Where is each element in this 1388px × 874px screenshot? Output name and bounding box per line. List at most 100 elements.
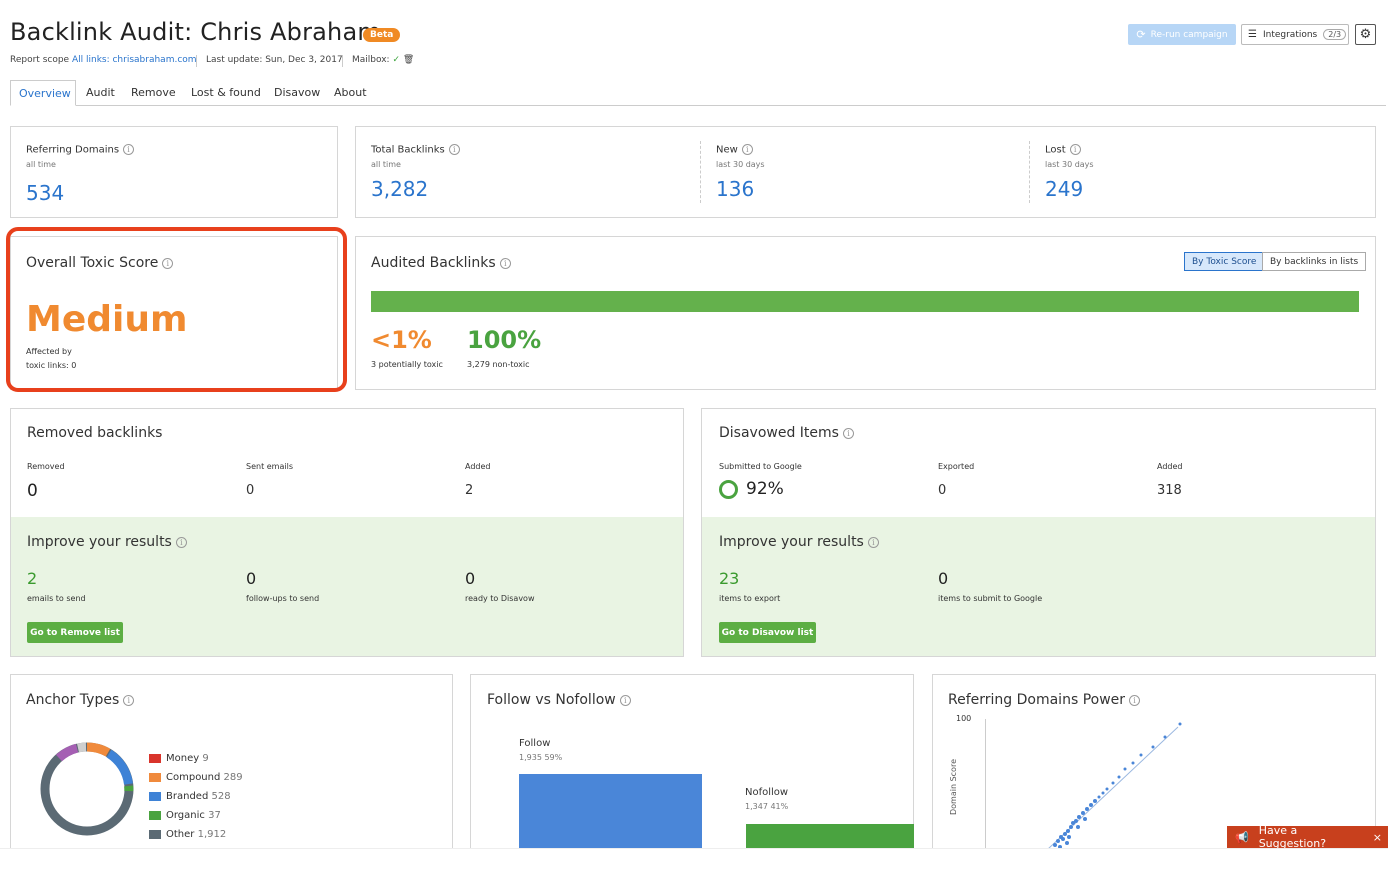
toggle-by-backlinks-in-lists[interactable]: By backlinks in lists <box>1262 252 1367 271</box>
referring-domains-value[interactable]: 534 <box>26 181 64 205</box>
total-backlinks-value[interactable]: 3,282 <box>371 177 460 201</box>
added-col: Added 318 <box>1157 462 1183 498</box>
removed-backlinks-card: Removed backlinks Removed 0 Sent emails … <box>10 408 684 657</box>
y-axis-label: Domain Score <box>949 759 958 815</box>
legend-money: Money 9 <box>149 753 243 764</box>
go-to-remove-list-button[interactable]: Go to Remove list <box>27 622 123 643</box>
follow-bar <box>519 774 702 854</box>
page-title: Backlink Audit: Chris Abraham <box>10 18 381 46</box>
list-icon: ☰ <box>1248 29 1257 40</box>
info-icon[interactable]: i <box>175 536 187 548</box>
donut-segment-other-purple <box>55 743 79 762</box>
card-title: Disavowed Items i <box>719 425 854 441</box>
referring-domains-card: Referring Domains i all time 534 <box>10 126 338 218</box>
donut-segment-compound <box>86 742 111 757</box>
submitted-col: Submitted to Google 92% <box>719 462 802 499</box>
donut-segment-light <box>77 742 87 753</box>
sent-emails-col: Sent emails 0 <box>246 462 293 498</box>
refresh-icon: ⟳ <box>1136 28 1146 41</box>
tab-audit[interactable]: Audit <box>78 80 123 106</box>
report-scope: Report scope All links: chrisabraham.com <box>10 55 197 65</box>
improve-title: Improve your results i <box>719 534 879 550</box>
removed-col: Removed 0 <box>27 462 65 501</box>
tab-lost-found[interactable]: Lost & found <box>183 80 269 106</box>
legend-organic: Organic 37 <box>149 810 243 821</box>
separator <box>196 55 197 67</box>
highlight-box <box>6 227 347 392</box>
info-icon[interactable]: i <box>499 257 511 269</box>
anchor-legend: Money 9 Compound 289 Branded 528 Organic… <box>149 753 243 840</box>
page-bottom <box>0 848 1388 874</box>
mailbox-status: Mailbox: ✓ 🗑 <box>352 55 414 65</box>
last-update: Last update: Sun, Dec 3, 2017 <box>206 55 343 65</box>
donut-segment-branded <box>106 749 133 785</box>
toggle-by-toxic-score[interactable]: By Toxic Score <box>1184 252 1265 271</box>
trash-icon[interactable]: 🗑 <box>403 55 414 65</box>
follow-label-group: Follow 1,935 59% <box>519 738 563 762</box>
megaphone-icon: 📢 <box>1235 830 1249 844</box>
anchor-donut-chart <box>40 742 134 836</box>
anchor-types-card: Anchor Types i Money 9 Compound 289 Brand… <box>10 674 453 864</box>
info-icon[interactable]: i <box>842 427 854 439</box>
info-icon[interactable]: i <box>123 694 135 706</box>
improve-section: Improve your results i 23 items to export… <box>702 517 1375 656</box>
integrations-button[interactable]: ☰ Integrations 2/3 <box>1241 24 1349 45</box>
card-title: Referring Domains Power i <box>948 692 1141 708</box>
items-to-submit: 0 items to submit to Google <box>938 569 1043 603</box>
backlinks-card: Total Backlinks i all time 3,282 New i las… <box>355 126 1376 218</box>
nontoxic-percent: 100% 3,279 non-toxic <box>467 326 542 369</box>
beta-badge: Beta <box>363 28 401 42</box>
check-icon: ✓ <box>392 55 401 65</box>
close-icon[interactable]: × <box>1373 831 1382 844</box>
integrations-count: 2/3 <box>1323 29 1347 40</box>
report-scope-label: Report scope <box>10 55 70 65</box>
tab-overview[interactable]: Overview <box>10 80 76 106</box>
audited-backlinks-card: Audited Backlinks i By Toxic Score By bac… <box>355 236 1376 390</box>
info-icon[interactable]: i <box>448 144 460 155</box>
total-backlinks: Total Backlinks i all time 3,282 <box>371 144 460 201</box>
legend-other: Other 1,912 <box>149 829 243 840</box>
gear-icon: ⚙ <box>1359 27 1372 42</box>
info-icon[interactable]: i <box>1069 144 1081 155</box>
items-to-export: 23 items to export <box>719 569 781 603</box>
exported-col: Exported 0 <box>938 462 975 498</box>
mailbox-label: Mailbox: <box>352 55 390 65</box>
follow-ups-to-send: 0 follow-ups to send <box>246 569 320 603</box>
new-backlinks: New i last 30 days 136 <box>716 144 765 201</box>
separator <box>700 141 701 203</box>
added-col: Added 2 <box>465 462 491 498</box>
new-backlinks-value[interactable]: 136 <box>716 177 765 201</box>
improve-section: Improve your results i 2 emails to send 0… <box>11 517 683 656</box>
improve-title: Improve your results i <box>27 534 187 550</box>
suggestion-button[interactable]: 📢 Have a Suggestion? × <box>1227 824 1388 850</box>
separator <box>1029 141 1030 203</box>
info-icon[interactable]: i <box>123 144 135 155</box>
lost-backlinks: Lost i last 30 days 249 <box>1045 144 1094 201</box>
scatter-plot <box>1047 722 1182 850</box>
tab-remove[interactable]: Remove <box>123 80 184 106</box>
lost-backlinks-value[interactable]: 249 <box>1045 177 1094 201</box>
settings-button[interactable]: ⚙ <box>1355 24 1376 45</box>
nofollow-label-group: Nofollow 1,347 41% <box>745 787 789 811</box>
card-title: Audited Backlinks i <box>371 255 511 271</box>
separator <box>342 55 343 67</box>
tab-about[interactable]: About <box>326 80 375 106</box>
go-to-disavow-list-button[interactable]: Go to Disavow list <box>719 622 816 643</box>
legend-compound: Compound 289 <box>149 772 243 783</box>
info-icon[interactable]: i <box>619 694 631 706</box>
card-title: Anchor Types i <box>26 692 135 708</box>
card-title: Referring Domains i <box>26 144 135 156</box>
y-axis <box>985 719 986 851</box>
info-icon[interactable]: i <box>741 144 753 155</box>
y-axis-max: 100 <box>956 714 972 723</box>
info-icon[interactable]: i <box>867 536 879 548</box>
rerun-campaign-button[interactable]: ⟳ Re-run campaign <box>1128 24 1236 45</box>
emails-to-send: 2 emails to send <box>27 569 86 603</box>
ready-to-disavow: 0 ready to Disavow <box>465 569 535 603</box>
toxic-percent: <1% 3 potentially toxic <box>371 326 443 369</box>
follow-nofollow-card: Follow vs Nofollow i Follow 1,935 59% Nof… <box>470 674 914 864</box>
tab-disavow[interactable]: Disavow <box>266 80 328 106</box>
report-scope-link[interactable]: All links: chrisabraham.com <box>72 55 197 65</box>
audited-progress-bar <box>371 291 1359 312</box>
info-icon[interactable]: i <box>1129 694 1141 706</box>
